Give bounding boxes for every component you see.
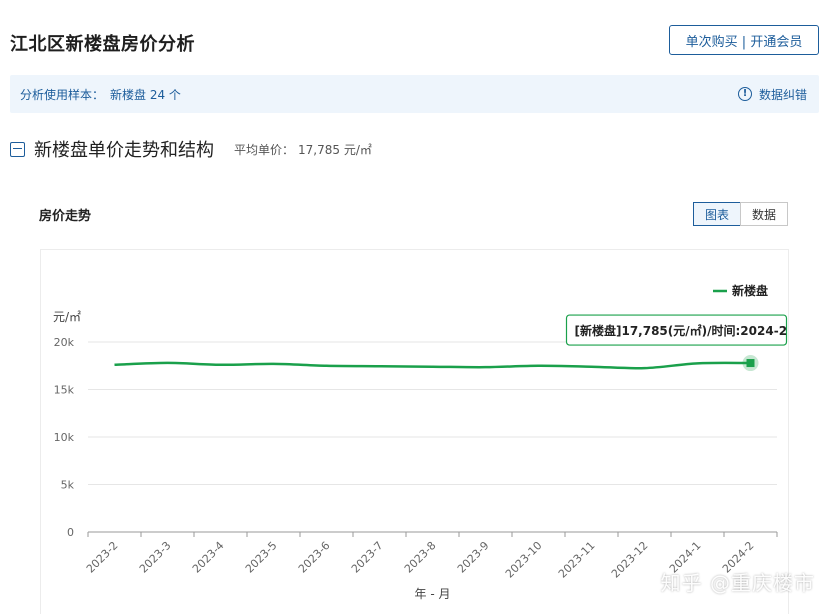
sample-label: 分析使用样本：	[20, 87, 105, 102]
data-correction-label: 数据纠错	[758, 87, 807, 102]
x-tick-label: 2023-8	[402, 539, 439, 576]
buy-membership-button[interactable]: 单次购买 | 开通会员	[669, 25, 819, 55]
section-header: 新楼盘单价走势和结构 平均单价： 17,785 元/㎡	[10, 136, 372, 162]
tab-data[interactable]: 数据	[740, 202, 788, 226]
x-tick-label: 2023-11	[556, 539, 598, 581]
watermark: 知乎 @重庆楼市	[660, 571, 815, 595]
tooltip-text: [新楼盘]17,785(元/㎡)/时间:2024-2	[575, 323, 788, 338]
x-tick-label: 2023-7	[349, 539, 386, 576]
collapse-icon[interactable]	[10, 141, 25, 157]
legend-label: 新楼盘	[732, 283, 768, 298]
x-tick-label: 2023-2	[84, 539, 121, 576]
avg-price-value: 17,785 元/㎡	[298, 142, 372, 157]
page-title: 江北区新楼盘房价分析	[10, 34, 195, 55]
price-trend-chart: 0 5k 10k 15k 20k 元/㎡ 2023-2 2023-3 2023-4 2023-5 2…	[53, 283, 788, 601]
y-tick-label: 5k	[61, 479, 75, 492]
x-tick-label: 2023-10	[503, 539, 545, 581]
y-axis-label: 元/㎡	[53, 310, 81, 324]
x-tick-label: 2023-4	[190, 539, 227, 576]
chart-title: 房价走势	[39, 209, 92, 224]
data-correction-link[interactable]: ! 数据纠错	[737, 86, 807, 103]
avg-price-label: 平均单价：	[234, 142, 295, 157]
x-tick-label: 2023-3	[137, 539, 174, 576]
y-tick-label: 20k	[54, 336, 75, 349]
y-tick-label: 15k	[54, 384, 75, 397]
info-icon: !	[737, 87, 752, 101]
x-tick-label: 2023-5	[243, 539, 280, 576]
view-toggle: 图表 数据	[693, 202, 788, 226]
x-tick-label: 2023-12	[609, 539, 651, 581]
x-tick-label: 2023-6	[296, 539, 333, 576]
x-tick-label: 2023-9	[455, 539, 492, 576]
sample-info: 分析使用样本： 新楼盘 24 个	[20, 86, 187, 103]
x-axis-label: 年 - 月	[415, 587, 451, 601]
data-point-2024-2	[746, 359, 755, 368]
tab-chart[interactable]: 图表	[693, 202, 741, 226]
section-title: 新楼盘单价走势和结构	[34, 140, 214, 161]
y-tick-label: 10k	[54, 431, 75, 444]
sample-info-bar: 分析使用样本： 新楼盘 24 个 ! 数据纠错	[10, 75, 819, 113]
series-line-new-homes	[114, 361, 751, 370]
chart-container: 0 5k 10k 15k 20k 元/㎡ 2023-2 2023-3 2023-4 2023-5 2…	[40, 249, 789, 614]
sample-value: 新楼盘 24 个	[110, 87, 181, 102]
y-tick-label: 0	[67, 526, 74, 539]
